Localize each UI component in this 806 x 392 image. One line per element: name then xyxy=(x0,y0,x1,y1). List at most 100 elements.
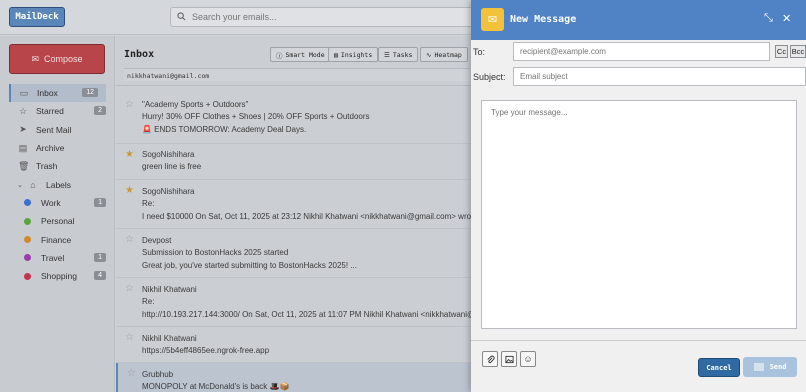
email-preview: http://10.193.217.144:3000/ On Sat, Oct … xyxy=(142,309,476,319)
label-color-dot xyxy=(24,217,31,225)
email-row[interactable]: ☆ Nikhil Khatwani Re: http://10.193.217.… xyxy=(116,278,476,327)
email-preview: 🚨 ENDS TOMORROW: Academy Deal Days. xyxy=(142,124,307,134)
compose-label: Compose xyxy=(44,54,83,64)
chevron-down-icon: ⌄ xyxy=(17,181,23,189)
sidebar-label-finance[interactable]: Finance xyxy=(0,230,115,248)
sidebar-label-travel[interactable]: Travel 1 xyxy=(0,249,115,267)
pulse-icon: ∿ xyxy=(426,50,432,59)
star-icon[interactable]: ☆ xyxy=(125,283,134,294)
account-email: nikkhatwani@gmail.com xyxy=(124,68,470,81)
email-sender: "Academy Sports + Outdoors" xyxy=(142,100,249,109)
attach-icon[interactable] xyxy=(482,351,498,367)
sidebar-item-label: Trash xyxy=(36,161,58,172)
star-icon: ☆ xyxy=(18,105,28,116)
insights-button[interactable]: ▥ Insights xyxy=(328,47,379,62)
tasks-button[interactable]: ☰ Tasks xyxy=(378,47,419,62)
smart-mode-label: Smart Mode xyxy=(285,50,325,59)
sidebar-item-starred[interactable]: ☆ Starred 2 xyxy=(0,102,115,120)
heatmap-label: Heatmap xyxy=(434,50,462,59)
email-row[interactable]: ☆ Nikhil Khatwani https://5b4eff4865ee.n… xyxy=(116,327,476,363)
label-count-badge: 1 xyxy=(94,197,106,207)
email-subject: Hurry! 30% OFF Clothes + Shoes | 20% OFF… xyxy=(142,112,370,122)
email-row[interactable]: ★ SogoNishihara green line is free xyxy=(116,144,476,180)
subject-field[interactable] xyxy=(513,67,806,86)
label-color-dot xyxy=(24,254,31,262)
app-logo[interactable]: MailDeck xyxy=(9,7,65,27)
sidebar-label-shopping[interactable]: Shopping 4 xyxy=(0,267,115,285)
message-body[interactable] xyxy=(481,100,797,329)
sidebar-label-personal[interactable]: Personal xyxy=(0,212,115,230)
mail-app: MailDeck ✉ Compose ▭ Inbox 12 ☆ Starred … xyxy=(0,0,806,392)
labels-heading[interactable]: ⌄ ⌂ Labels xyxy=(0,175,115,193)
sidebar-item-trash[interactable]: 🗑 Trash xyxy=(0,157,115,175)
email-subject: Re: xyxy=(142,297,155,307)
heatmap-button[interactable]: ∿ Heatmap xyxy=(420,47,468,62)
cc-button[interactable]: Cc xyxy=(775,45,788,58)
email-list: ☆ "Academy Sports + Outdoors" Hurry! 30%… xyxy=(116,94,476,392)
email-sender: SogoNishihara xyxy=(142,187,195,196)
search-input[interactable] xyxy=(192,12,472,22)
archive-icon: ▤ xyxy=(18,142,28,153)
trash-icon: 🗑 xyxy=(18,160,30,171)
email-sender: Nikhil Khatwani xyxy=(142,285,197,294)
insights-label: Insights xyxy=(340,50,373,59)
label-count-badge: 4 xyxy=(94,270,106,280)
email-subject: Submission to BostonHacks 2025 started xyxy=(142,248,289,258)
sidebar-item-inbox[interactable]: ▭ Inbox 12 xyxy=(9,84,106,103)
sidebar-item-label: Work xyxy=(41,197,61,208)
close-icon[interactable]: ✕ xyxy=(782,12,791,25)
compose-button[interactable]: ✉ Compose xyxy=(9,44,105,74)
compose-header: ✉ New Message ⤡ ✕ xyxy=(471,0,806,40)
email-subject: green line is free xyxy=(142,162,202,172)
email-preview: I need $10000 On Sat, Oct 11, 2025 at 23… xyxy=(142,211,476,221)
star-icon[interactable]: ☆ xyxy=(125,332,134,343)
email-row[interactable]: ★ SogoNishihara Re: I need $10000 On Sat… xyxy=(116,180,476,229)
send-icon xyxy=(753,363,764,371)
bcc-button[interactable]: Bcc xyxy=(790,45,806,58)
email-row[interactable]: ☆ Devpost Submission to BostonHacks 2025… xyxy=(116,229,476,278)
star-icon[interactable]: ☆ xyxy=(125,234,134,245)
to-field[interactable] xyxy=(513,42,770,61)
email-subject: https://5b4eff4865ee.ngrok-free.app xyxy=(142,346,270,356)
send-button[interactable]: Send xyxy=(743,357,797,377)
sidebar-item-archive[interactable]: ▤ Archive xyxy=(0,139,115,157)
search-bar[interactable] xyxy=(170,7,490,27)
sidebar-item-sent[interactable]: ➤ Sent Mail xyxy=(0,121,115,139)
email-sender: Devpost xyxy=(142,236,172,245)
sidebar-label-work[interactable]: Work 1 xyxy=(0,194,115,212)
compose-title: New Message xyxy=(510,14,577,25)
email-row[interactable]: ☆ Grubhub MONOPOLY at McDonald's is back… xyxy=(116,363,476,392)
send-icon: ➤ xyxy=(19,124,27,135)
email-sender: SogoNishihara xyxy=(142,150,195,159)
list-icon: ☰ xyxy=(384,50,390,59)
smart-mode-button[interactable]: ⓘ Smart Mode xyxy=(270,47,331,62)
sidebar-item-label: Archive xyxy=(36,143,65,154)
star-icon[interactable]: ☆ xyxy=(127,368,136,379)
compose-footer: ☺ Cancel Send xyxy=(471,340,806,392)
cancel-button[interactable]: Cancel xyxy=(698,358,740,377)
envelope-icon: ✉ xyxy=(481,8,504,31)
emoji-icon[interactable]: ☺ xyxy=(520,351,536,367)
subject-label: Subject: xyxy=(473,72,506,82)
page-title: Inbox xyxy=(124,49,155,60)
minimize-icon[interactable]: ⤡ xyxy=(764,12,773,25)
email-sender: Grubhub xyxy=(142,370,174,379)
star-icon[interactable]: ☆ xyxy=(125,99,134,110)
label-color-dot xyxy=(24,199,31,207)
star-filled-icon[interactable]: ★ xyxy=(125,185,134,196)
inbox-count-badge: 12 xyxy=(82,88,98,97)
email-preview: Great job, you've started submitting to … xyxy=(142,260,357,270)
starred-count-badge: 2 xyxy=(94,106,106,116)
search-icon xyxy=(177,11,186,23)
email-sender: Nikhil Khatwani xyxy=(142,334,197,343)
chart-icon: ▥ xyxy=(334,50,338,59)
send-label: Send xyxy=(769,363,787,371)
image-icon[interactable] xyxy=(501,351,517,367)
mail-icon: ✉ xyxy=(31,53,39,64)
star-filled-icon[interactable]: ★ xyxy=(125,149,134,160)
compose-dialog: ✉ New Message ⤡ ✕ To: Cc Bcc Subject: ☺ … xyxy=(471,0,806,392)
email-row[interactable]: ☆ "Academy Sports + Outdoors" Hurry! 30%… xyxy=(116,94,476,144)
info-icon: ⓘ xyxy=(276,51,283,60)
tasks-label: Tasks xyxy=(392,50,413,59)
sidebar-item-label: Personal xyxy=(41,216,75,227)
